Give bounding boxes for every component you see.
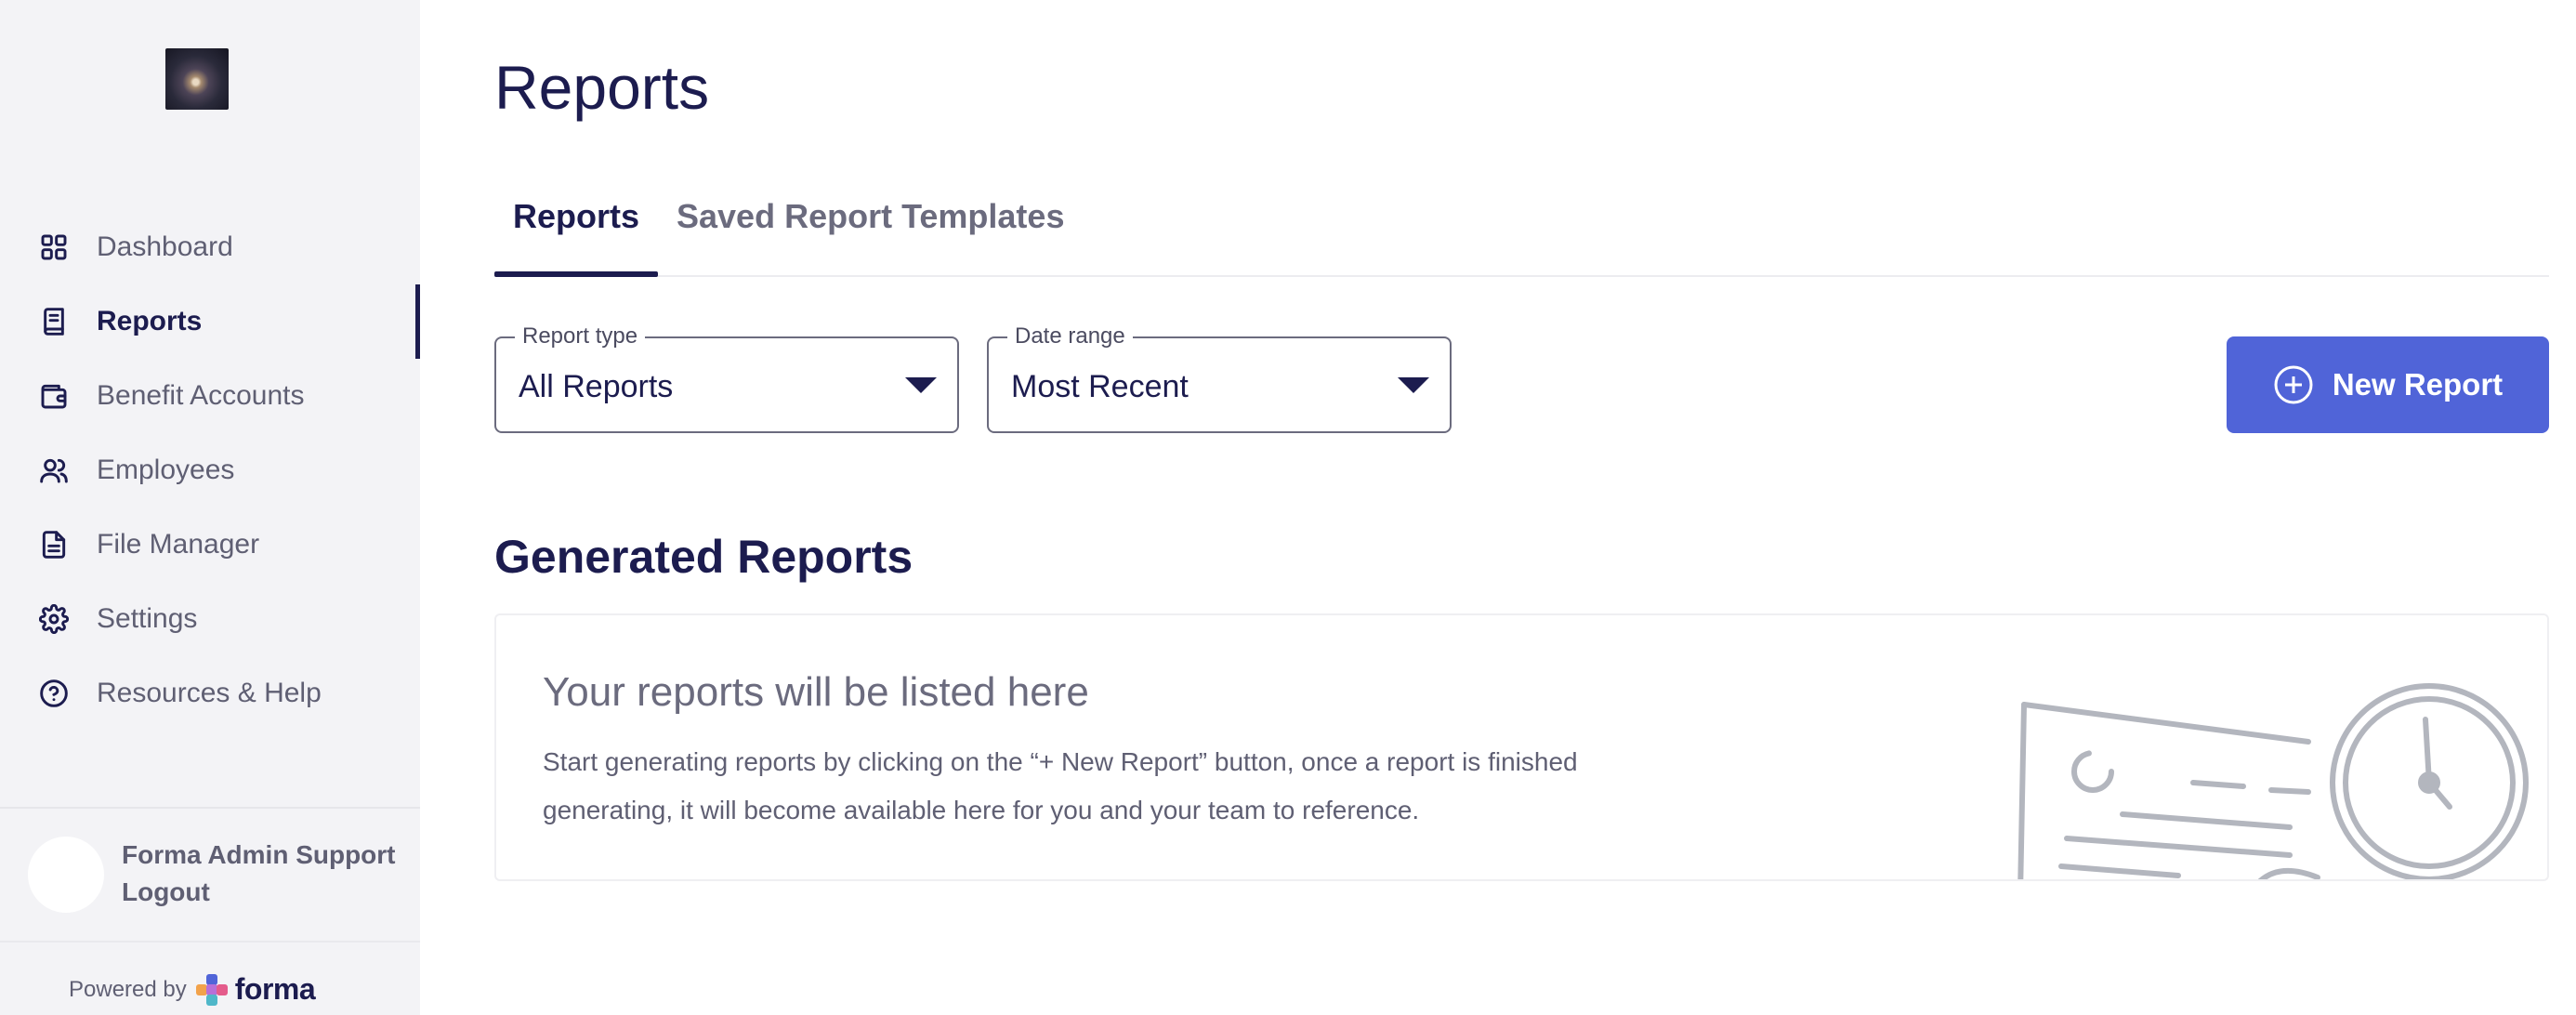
user-block: Forma Admin Support Logout bbox=[0, 809, 420, 941]
sidebar-item-label: Resources & Help bbox=[97, 678, 322, 708]
help-circle-icon bbox=[37, 677, 71, 710]
empty-state-title: Your reports will be listed here bbox=[543, 669, 1089, 715]
sidebar-item-benefit-accounts[interactable]: Benefit Accounts bbox=[0, 359, 420, 433]
file-icon bbox=[37, 528, 71, 561]
grid-icon bbox=[37, 231, 71, 264]
report-type-value: All Reports bbox=[519, 369, 674, 404]
book-icon bbox=[37, 305, 71, 338]
forma-logo-icon bbox=[195, 973, 228, 1006]
caret-down-icon bbox=[905, 377, 937, 393]
user-name: Forma Admin Support bbox=[122, 840, 396, 869]
date-range-select[interactable]: Date range Most Recent bbox=[987, 323, 1452, 433]
section-title: Generated Reports bbox=[494, 531, 913, 583]
new-report-button[interactable]: New Report bbox=[2227, 336, 2549, 433]
sidebar-item-label: Dashboard bbox=[97, 231, 233, 262]
divider bbox=[0, 941, 420, 942]
date-range-value: Most Recent bbox=[1011, 369, 1189, 404]
wallet-icon bbox=[37, 379, 71, 413]
sidebar-item-resources-help[interactable]: Resources & Help bbox=[0, 656, 420, 731]
logout-link[interactable]: Logout bbox=[122, 877, 210, 907]
sidebar-item-dashboard[interactable]: Dashboard bbox=[0, 210, 420, 284]
date-range-label: Date range bbox=[1007, 323, 1133, 349]
empty-state-card: Your reports will be listed here Start g… bbox=[494, 613, 2549, 881]
active-tab-indicator bbox=[494, 271, 658, 277]
sidebar-item-label: Employees bbox=[97, 455, 235, 485]
tab-saved-report-templates[interactable]: Saved Report Templates bbox=[677, 197, 1064, 236]
sidebar-item-reports[interactable]: Reports bbox=[0, 284, 420, 359]
forma-wordmark: forma bbox=[234, 972, 316, 1006]
plus-circle-icon bbox=[2274, 365, 2313, 404]
sidebar-item-label: File Manager bbox=[97, 529, 260, 560]
report-type-label: Report type bbox=[515, 323, 646, 349]
page-title: Reports bbox=[494, 53, 710, 122]
tab-reports[interactable]: Reports bbox=[513, 197, 639, 236]
company-logo bbox=[165, 48, 229, 110]
caret-down-icon bbox=[1398, 377, 1429, 393]
avatar bbox=[28, 837, 104, 913]
sidebar: Dashboard Reports Benefit Accounts Emplo… bbox=[0, 0, 420, 1015]
new-report-label: New Report bbox=[2332, 367, 2504, 402]
powered-by-text: Powered by bbox=[69, 976, 187, 1002]
sidebar-nav: Dashboard Reports Benefit Accounts Emplo… bbox=[0, 210, 420, 731]
report-clock-illustration-icon bbox=[2017, 683, 2529, 879]
sidebar-item-employees[interactable]: Employees bbox=[0, 433, 420, 508]
empty-state-body: Start generating reports by clicking on … bbox=[543, 747, 1578, 824]
powered-by: Powered by forma bbox=[69, 972, 316, 1007]
report-type-select[interactable]: Report type All Reports bbox=[494, 323, 959, 433]
sidebar-item-label: Reports bbox=[97, 306, 203, 336]
gear-icon bbox=[37, 602, 71, 636]
tab-bar: Reports Saved Report Templates bbox=[494, 182, 2549, 277]
sidebar-item-label: Benefit Accounts bbox=[97, 380, 305, 411]
sidebar-item-settings[interactable]: Settings bbox=[0, 582, 420, 656]
users-icon bbox=[37, 454, 71, 487]
sidebar-item-label: Settings bbox=[97, 603, 198, 634]
sidebar-item-file-manager[interactable]: File Manager bbox=[0, 508, 420, 582]
